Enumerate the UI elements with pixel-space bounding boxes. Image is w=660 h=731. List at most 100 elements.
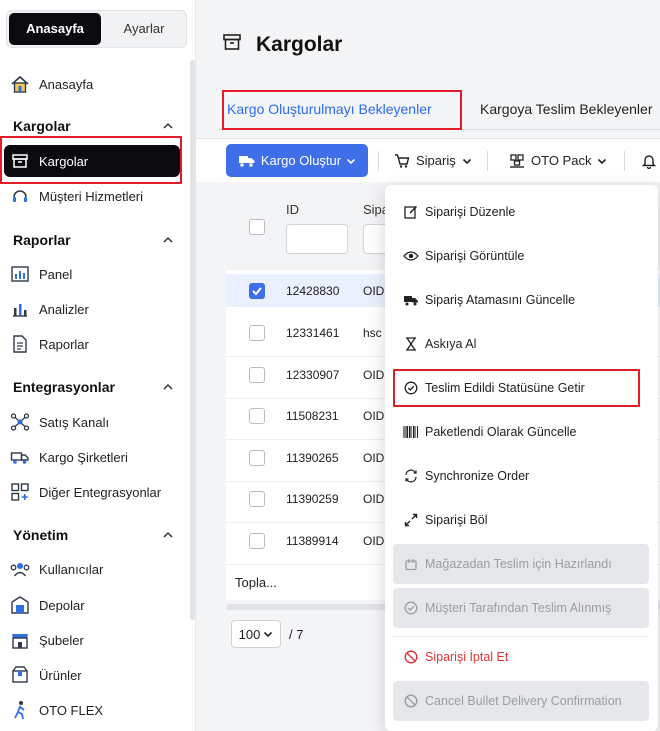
sidebar-item-users[interactable]: Kullanıcılar [0, 553, 190, 585]
toggle-settings[interactable]: Ayarlar [103, 13, 185, 45]
table-footer-total: Topla... [235, 575, 277, 590]
sidebar-item-label: Panel [39, 266, 73, 282]
sidebar-item-home[interactable]: Anasayfa [0, 68, 190, 100]
sidebar-item-label: OTO FLEX [39, 702, 104, 718]
sidebar-item-products[interactable]: Ürünler [0, 659, 190, 691]
oto-pack-button[interactable]: OTO Pack [509, 144, 607, 177]
order-menu-button[interactable]: Sipariş [394, 144, 472, 177]
store-icon [9, 629, 31, 651]
home-icon [9, 73, 31, 95]
toolbar-divider [487, 151, 488, 171]
section-header-raporlar[interactable]: Raporlar [13, 228, 173, 252]
sidebar-item-label: Kullanıcılar [39, 561, 104, 577]
hourglass-icon [403, 336, 419, 352]
section-header-yonetim[interactable]: Yönetim [13, 523, 173, 547]
row-checkbox[interactable] [249, 367, 265, 383]
sidebar-item-label: Kargolar [39, 153, 89, 169]
sidebar-item-label: Analizler [39, 301, 89, 317]
order-actions-dropdown: Siparişi Düzenle Siparişi Görüntüle Sipa… [385, 185, 658, 731]
cell-order: hsc [363, 326, 382, 340]
row-checkbox[interactable] [249, 491, 265, 507]
row-checkbox[interactable] [249, 408, 265, 424]
eye-icon [403, 248, 419, 264]
row-checkbox[interactable] [249, 533, 265, 549]
sidebar-item-branches[interactable]: Şubeler [0, 624, 190, 656]
archive-box-icon [222, 32, 242, 58]
menu-item-mark-delivered[interactable]: Teslim Edildi Statüsüne Getir [393, 368, 649, 408]
cell-id: 11390265 [286, 451, 339, 465]
menu-item-view-order[interactable]: Siparişi Görüntüle [393, 236, 649, 276]
page-size-value: 100 [238, 626, 261, 642]
sidebar-item-warehouses[interactable]: Depolar [0, 589, 190, 621]
row-checkbox[interactable] [249, 283, 265, 299]
store-icon [403, 556, 419, 572]
menu-item-cancel-order[interactable]: Siparişi İptal Et [393, 637, 649, 677]
sidebar-item-reports[interactable]: Raporlar [0, 328, 190, 360]
cell-id: 11390259 [286, 492, 339, 506]
menu-item-label: Müşteri Tarafından Teslim Alınmış [425, 601, 612, 615]
cell-order: OID [363, 492, 385, 506]
walking-person-icon [9, 699, 31, 721]
check-icon [252, 287, 262, 296]
pallet-icon [510, 153, 524, 168]
page-size-select[interactable]: 100 [231, 620, 281, 648]
menu-item-label: Mağazadan Teslim için Hazırlandı [425, 557, 612, 571]
sidebar-item-panel[interactable]: Panel [0, 258, 190, 290]
sidebar-item-oto-flex[interactable]: OTO FLEX [0, 694, 190, 726]
check-circle-icon [403, 380, 419, 396]
sidebar-item-carriers[interactable]: Kargo Şirketleri [0, 441, 190, 473]
menu-item-label: Siparişi Böl [425, 513, 488, 527]
chevron-up-icon [163, 531, 173, 538]
section-title: Yönetim [13, 527, 69, 543]
chevron-up-icon [163, 236, 173, 243]
section-header-entegrasyonlar[interactable]: Entegrasyonlar [13, 375, 173, 399]
menu-item-label: Sipariş Atamasını Güncelle [425, 293, 576, 307]
headset-icon [9, 185, 31, 207]
menu-item-suspend[interactable]: Askıya Al [393, 324, 649, 364]
users-icon [9, 558, 31, 580]
row-checkbox[interactable] [249, 325, 265, 341]
chevron-down-icon [264, 631, 273, 638]
menu-item-label: Siparişi Görüntüle [425, 249, 525, 263]
split-icon [403, 512, 419, 528]
sidebar-item-kargolar[interactable]: Kargolar [4, 145, 180, 177]
sidebar-item-customer-service[interactable]: Müşteri Hizmetleri [0, 180, 190, 212]
menu-item-update-assignment[interactable]: Sipariş Atamasını Güncelle [393, 280, 649, 320]
section-header-kargolar[interactable]: Kargolar [13, 114, 173, 138]
menu-item-synchronize[interactable]: Synchronize Order [393, 456, 649, 496]
row-checkbox[interactable] [249, 450, 265, 466]
sidebar-item-label: Müşteri Hizmetleri [39, 188, 144, 204]
sidebar-item-label: Şubeler [39, 632, 84, 648]
sidebar-item-sales-channel[interactable]: Satış Kanalı [0, 406, 190, 438]
sidebar-item-other-integrations[interactable]: Diğer Entegrasyonlar [0, 476, 190, 508]
notifications-button[interactable] [642, 144, 656, 177]
menu-item-label: Teslim Edildi Statüsüne Getir [425, 381, 585, 395]
tab-awaiting-creation[interactable]: Kargo Oluşturulmayı Bekleyenler [227, 94, 432, 130]
check-circle-icon [403, 600, 419, 616]
chevron-down-icon [598, 158, 607, 164]
bar-chart-icon [9, 298, 31, 320]
sidebar-item-label: Anasayfa [39, 76, 94, 92]
sidebar-item-analytics[interactable]: Analizler [0, 293, 190, 325]
toolbar-divider [624, 151, 625, 171]
menu-item-ready-for-store-pickup: Mağazadan Teslim için Hazırlandı [393, 544, 649, 584]
menu-item-edit-order[interactable]: Siparişi Düzenle [393, 192, 649, 232]
dashboard-icon [9, 263, 31, 285]
pagination: 100 / 7 [231, 620, 303, 648]
menu-item-cancel-bullet-confirmation: Cancel Bullet Delivery Confirmation [393, 681, 649, 721]
menu-item-picked-up-by-customer: Müşteri Tarafından Teslim Alınmış [393, 588, 649, 628]
menu-item-split-order[interactable]: Siparişi Böl [393, 500, 649, 540]
chevron-up-icon [163, 383, 173, 390]
cell-id: 12331461 [286, 326, 340, 340]
id-filter-input[interactable] [286, 224, 348, 254]
sidebar-scrollbar[interactable] [190, 60, 195, 620]
total-pages: / 7 [289, 626, 304, 642]
select-all-checkbox[interactable] [249, 219, 265, 235]
truck-icon [238, 155, 255, 167]
network-icon [9, 411, 31, 433]
toggle-home[interactable]: Anasayfa [9, 13, 101, 45]
sidebar-item-label: Raporlar [39, 336, 89, 352]
tab-awaiting-handover[interactable]: Kargoya Teslim Bekleyenler [480, 94, 653, 130]
create-shipment-button[interactable]: Kargo Oluştur [226, 144, 368, 177]
menu-item-mark-packed[interactable]: Paketlendi Olarak Güncelle [393, 412, 649, 452]
